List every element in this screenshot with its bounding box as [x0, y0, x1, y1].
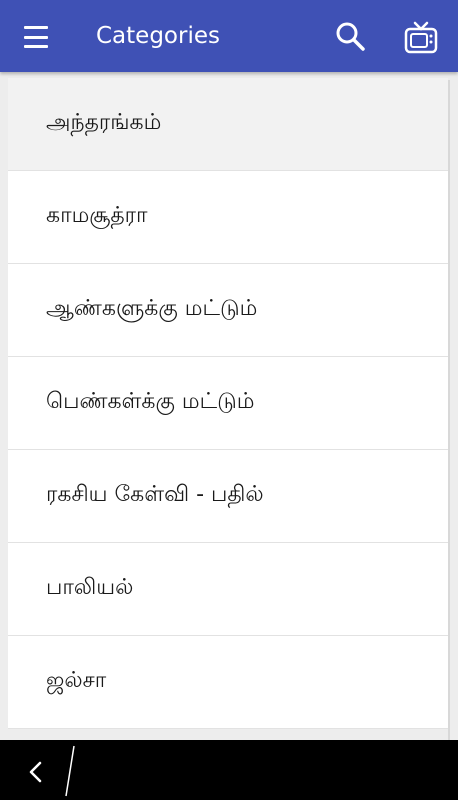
- system-nav-bar: [0, 740, 458, 800]
- category-label: ரகசிய கேள்வி - பதில்: [46, 482, 264, 507]
- app-screen: Categories அந்தரங்கம் காமசூத்ரா ஆண்களுக்…: [0, 0, 458, 800]
- scroll-edge: [448, 80, 450, 740]
- category-list-container: அந்தரங்கம் காமசூத்ரா ஆண்களுக்கு மட்டும் …: [0, 72, 458, 740]
- category-item-2[interactable]: காமசூத்ரா: [8, 171, 448, 264]
- back-chevron-icon: [29, 761, 42, 783]
- app-bar: Categories: [0, 0, 458, 72]
- search-button[interactable]: [334, 20, 368, 54]
- back-button[interactable]: [26, 760, 46, 784]
- category-label: பெண்கள்க்கு மட்டும்: [46, 389, 255, 414]
- category-label: பாலியல்: [46, 575, 134, 600]
- category-item-1[interactable]: அந்தரங்கம்: [8, 78, 448, 171]
- category-item-4[interactable]: பெண்கள்க்கு மட்டும்: [8, 357, 448, 450]
- menu-icon-bar: [24, 35, 48, 39]
- category-label: அந்தரங்கம்: [46, 110, 162, 135]
- category-label: காமசூத்ரா: [46, 203, 148, 228]
- category-item-6[interactable]: பாலியல்: [8, 543, 448, 636]
- page-title: Categories: [96, 23, 220, 49]
- menu-icon-bar: [24, 45, 48, 48]
- tv-button[interactable]: [402, 20, 440, 56]
- category-list: அந்தரங்கம் காமசூத்ரா ஆண்களுக்கு மட்டும் …: [8, 78, 448, 729]
- category-item-7[interactable]: ஜல்சா: [8, 636, 448, 729]
- category-label: ஆண்களுக்கு மட்டும்: [46, 296, 258, 321]
- tv-icon: [404, 21, 438, 54]
- category-item-3[interactable]: ஆண்களுக்கு மட்டும்: [8, 264, 448, 357]
- search-icon: [336, 22, 365, 51]
- menu-icon-bar: [24, 26, 48, 29]
- category-label: ஜல்சா: [46, 668, 107, 693]
- menu-button[interactable]: [24, 24, 54, 48]
- nav-divider: [65, 745, 75, 797]
- category-item-5[interactable]: ரகசிய கேள்வி - பதில்: [8, 450, 448, 543]
